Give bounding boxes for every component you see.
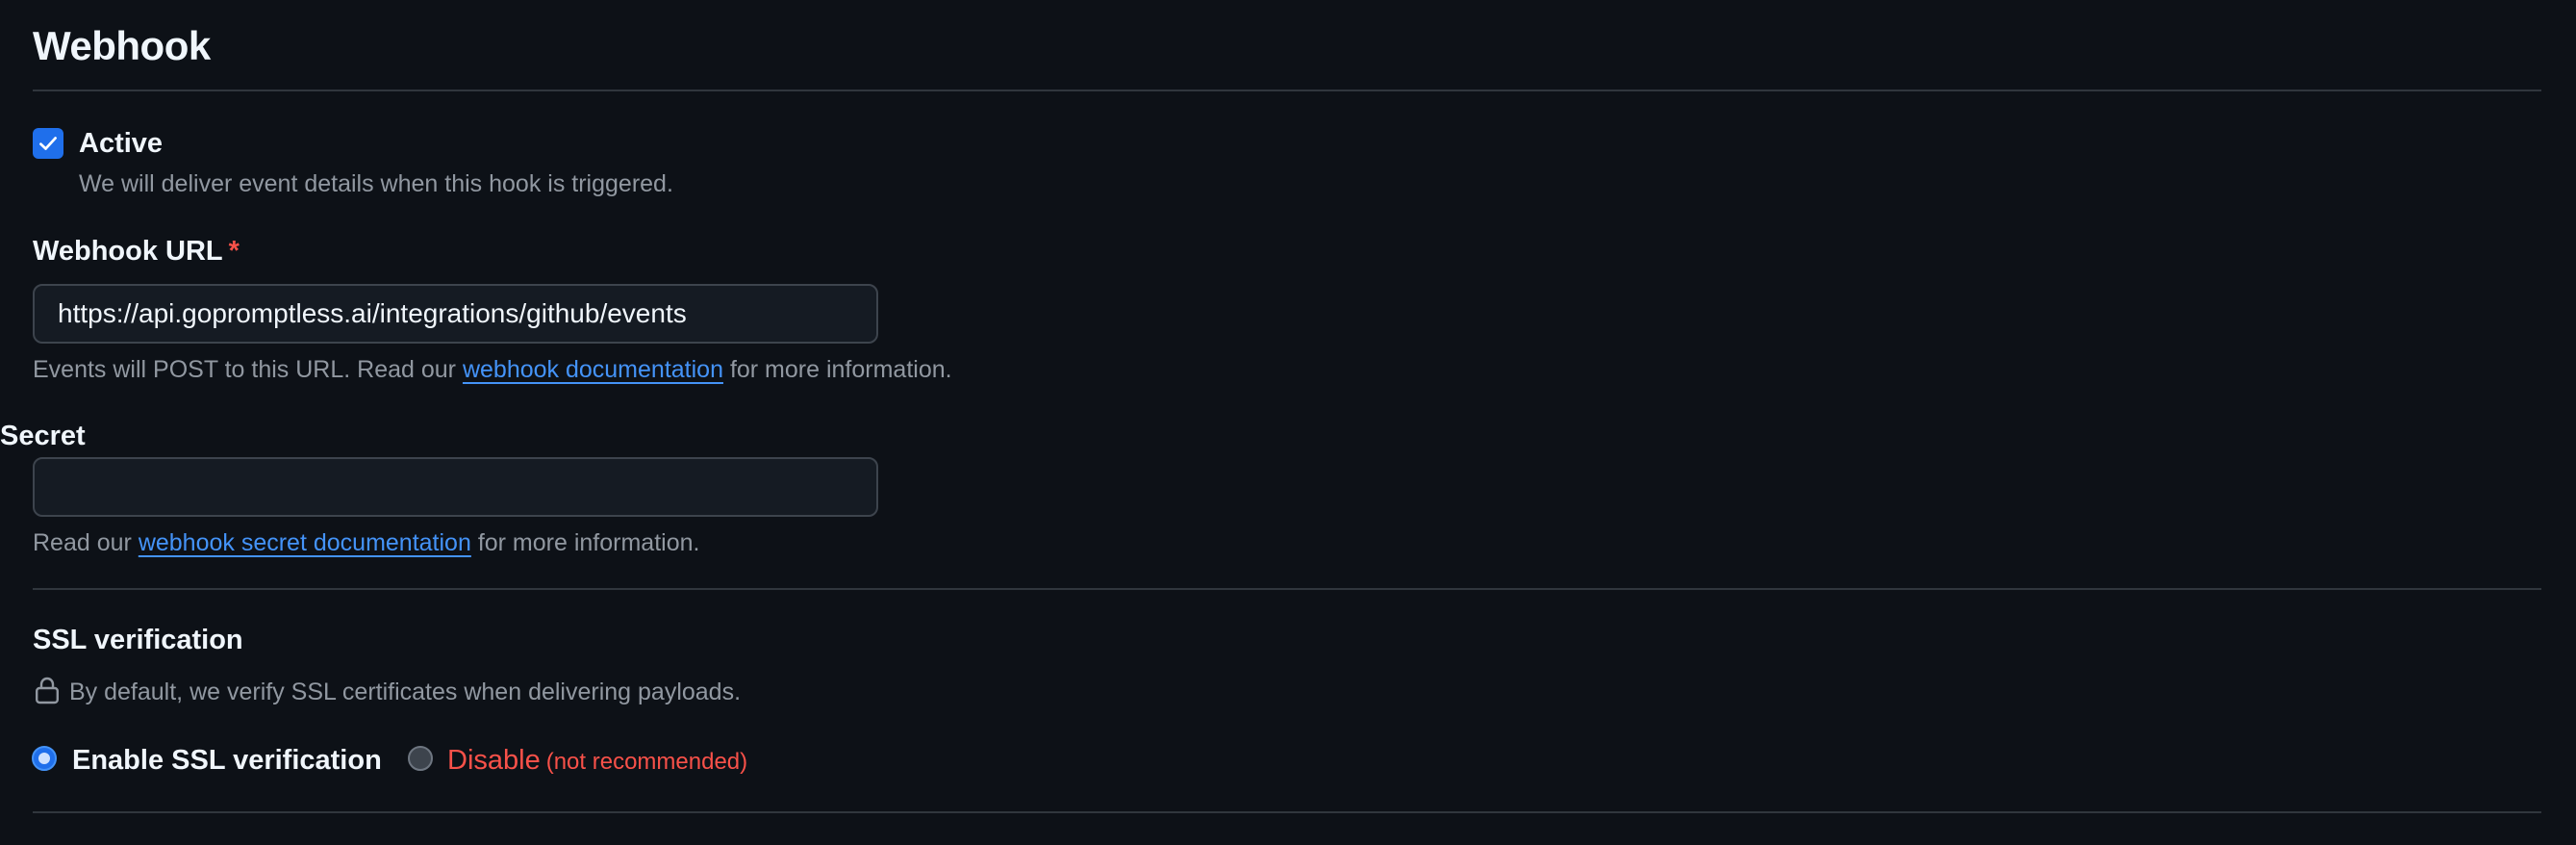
active-checkbox[interactable] <box>33 128 63 159</box>
secret-input[interactable] <box>33 457 878 517</box>
page-title: Webhook <box>33 23 211 68</box>
radio-selected-dot <box>38 753 50 764</box>
section-divider <box>33 588 2541 590</box>
webhook-url-input[interactable] <box>33 284 878 344</box>
active-description: We will deliver event details when this … <box>79 170 673 197</box>
check-icon <box>39 137 57 150</box>
lock-icon <box>36 677 60 704</box>
not-recommended-note: (not recommended) <box>545 749 748 775</box>
section-divider <box>33 811 2541 813</box>
secret-help-suffix: for more information. <box>477 529 700 556</box>
webhook-url-help-suffix: for more information. <box>729 356 952 383</box>
disable-ssl-radio[interactable] <box>408 746 433 771</box>
webhook-url-help: Events will POST to this URL. Read our w… <box>33 353 952 386</box>
ssl-description: By default, we verify SSL certificates w… <box>69 679 742 705</box>
webhook-secret-documentation-link[interactable]: webhook secret documentation <box>139 529 471 556</box>
webhook-url-label: Webhook URL * <box>33 233 240 269</box>
secret-label: Secret <box>0 421 86 451</box>
webhook-documentation-link[interactable]: webhook documentation <box>463 356 723 383</box>
webhook-url-help-prefix: Events will POST to this URL. Read our <box>33 356 456 383</box>
enable-ssl-label[interactable]: Enable SSL verification <box>72 742 382 779</box>
section-divider <box>33 90 2541 91</box>
required-marker: * <box>228 236 240 267</box>
ssl-verification-title: SSL verification <box>33 625 243 655</box>
enable-ssl-radio[interactable] <box>32 746 57 771</box>
disable-ssl-label-text: Disable <box>447 745 541 776</box>
secret-help-prefix: Read our <box>33 529 132 556</box>
active-checkbox-label[interactable]: Active <box>79 125 163 162</box>
secret-help: Read our webhook secret documentation fo… <box>33 526 699 559</box>
disable-ssl-label[interactable]: Disable (not recommended) <box>447 742 747 783</box>
webhook-url-label-text: Webhook URL <box>33 236 223 267</box>
